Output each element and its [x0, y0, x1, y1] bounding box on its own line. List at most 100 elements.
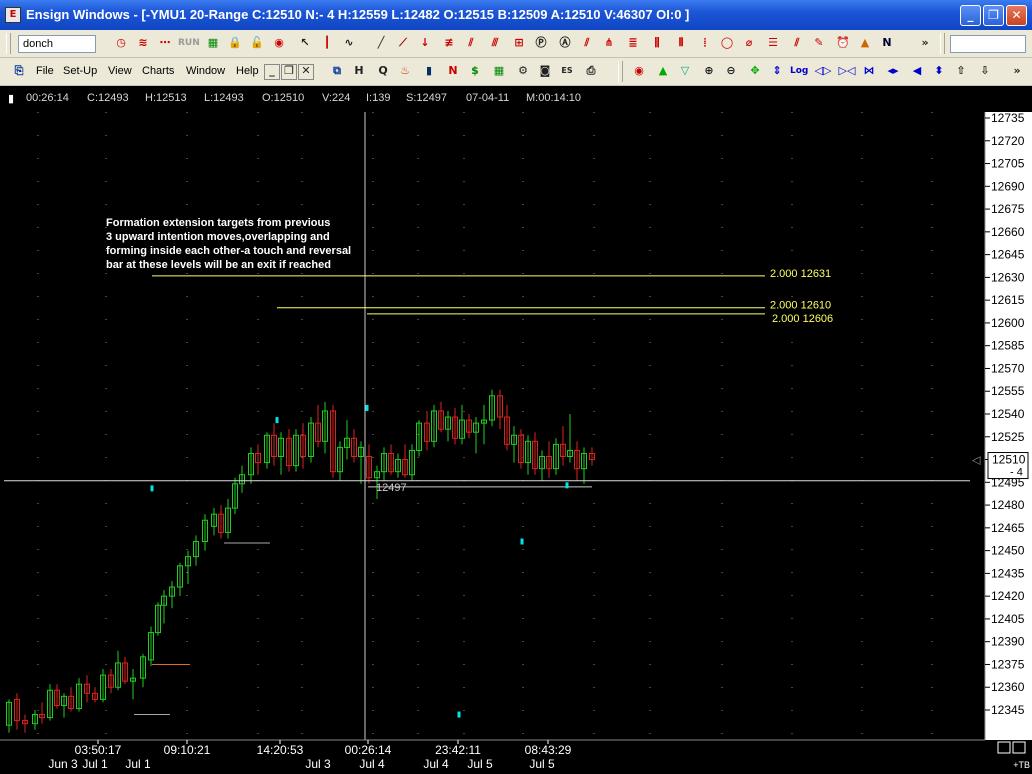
clock-icon[interactable]: ◷ — [112, 34, 130, 52]
run-button[interactable]: RUN — [178, 34, 200, 52]
fib-retrace-icon[interactable]: ≣ — [624, 34, 642, 52]
unlock-icon[interactable]: 🔓 — [248, 34, 266, 52]
color-wheel-icon[interactable]: ◉ — [630, 62, 648, 80]
bar-draw-icon[interactable]: ┃ — [318, 34, 336, 52]
target-icon[interactable]: ◉ — [270, 34, 288, 52]
scroll-left-icon[interactable]: ◀ — [908, 62, 926, 80]
lock-icon[interactable]: 🔒 — [226, 34, 244, 52]
candle-body — [61, 695, 67, 706]
printer-icon[interactable]: ⎙ — [582, 62, 600, 80]
minimize-button[interactable]: _ — [960, 5, 981, 26]
slash-icon[interactable]: ⫽ — [788, 34, 806, 52]
spread-icon[interactable]: ◂▸ — [884, 62, 902, 80]
candle-body — [155, 604, 161, 634]
fib-fan-icon[interactable]: ≢ — [440, 34, 458, 52]
toolbar-grip[interactable] — [940, 33, 945, 54]
app-icon[interactable]: E — [5, 7, 21, 23]
levels-icon[interactable]: ☰ — [764, 34, 782, 52]
menu-window[interactable]: Window — [186, 65, 225, 77]
candle-body — [108, 674, 114, 688]
layout-icon[interactable]: ⧉ — [328, 62, 346, 80]
candle-body — [452, 416, 458, 439]
bars-icon[interactable]: ⫼ — [648, 34, 666, 52]
p-box-icon[interactable]: Ⓟ — [532, 34, 550, 52]
bar-chart-icon[interactable]: ▮ — [420, 62, 438, 80]
arrow-up-icon[interactable]: ⇧ — [952, 62, 970, 80]
candle-body — [68, 695, 74, 709]
child-restore-icon[interactable]: ❐ — [281, 64, 297, 80]
signal-marker — [150, 485, 154, 492]
candle-body — [211, 513, 217, 527]
table-icon[interactable]: ▦ — [490, 62, 508, 80]
alarm-icon[interactable]: ⏰ — [834, 34, 852, 52]
pitchfork-icon[interactable]: ⋔ — [600, 34, 618, 52]
scale-icon[interactable]: ⇕ — [768, 62, 786, 80]
maximize-button[interactable]: ❐ — [983, 5, 1004, 26]
fib-arc-icon[interactable]: ⫽ — [462, 34, 480, 52]
price-chart[interactable]: 12735 12720 12705 12690 12675 12660 12645 12630… — [0, 0, 1032, 774]
candle-body — [481, 419, 487, 424]
triangle-icon[interactable]: ▲ — [856, 34, 874, 52]
q-icon[interactable]: Q — [374, 62, 392, 80]
chevron-more-icon[interactable]: » — [916, 34, 934, 52]
triangle-up-icon[interactable]: ▲ — [654, 62, 672, 80]
candle-body — [47, 689, 53, 719]
status-low: L:12493 — [204, 92, 244, 104]
gann-icon[interactable]: ⫻ — [486, 34, 504, 52]
grid-lines-icon[interactable]: ⊞ — [510, 34, 528, 52]
child-close-icon[interactable]: ✕ — [298, 64, 314, 80]
trendline-icon[interactable]: ╱ — [372, 34, 390, 52]
candle-body — [532, 440, 538, 470]
toolbar-grip[interactable] — [618, 61, 623, 82]
ellipse-icon[interactable]: ⌀ — [740, 34, 758, 52]
lines-icon[interactable]: ⦙ — [696, 34, 714, 52]
fire-icon[interactable]: ♨ — [396, 62, 414, 80]
channel-icon[interactable]: ⫽ — [578, 34, 596, 52]
line-draw-icon[interactable]: ∿ — [340, 34, 358, 52]
dollar-icon[interactable]: $ — [466, 62, 484, 80]
toolbar-grip[interactable] — [6, 33, 11, 54]
espl-icon[interactable]: ES — [558, 62, 576, 80]
wave-icon[interactable]: ≋ — [134, 34, 152, 52]
zoom-out-icon[interactable]: ⊖ — [722, 62, 740, 80]
scroll-box-left-icon[interactable] — [997, 741, 1011, 754]
arrow-down-icon[interactable]: ⇩ — [976, 62, 994, 80]
zoom-in-icon[interactable]: ⊕ — [700, 62, 718, 80]
close-button[interactable]: ✕ — [1006, 5, 1027, 26]
cycle-icon[interactable]: ⦀ — [672, 34, 690, 52]
expand-icon[interactable]: ▷◁ — [838, 62, 856, 80]
pan-icon[interactable]: ✥ — [746, 62, 764, 80]
news-icon[interactable]: N — [444, 62, 462, 80]
pointer-icon[interactable]: ↖ — [296, 34, 314, 52]
child-minimize-icon[interactable]: _ — [264, 64, 280, 80]
log-icon[interactable]: Log — [790, 62, 808, 80]
menu-view[interactable]: View — [108, 65, 132, 77]
scroll-control[interactable] — [950, 35, 1026, 53]
up-down-icon[interactable]: ⬍ — [930, 62, 948, 80]
menu-charts[interactable]: Charts — [142, 65, 174, 77]
circle-icon[interactable]: ◯ — [718, 34, 736, 52]
settings-icon[interactable]: ⚙ — [514, 62, 532, 80]
signal-marker — [520, 538, 524, 545]
scroll-box-right-icon[interactable] — [1012, 741, 1026, 754]
a-box-icon[interactable]: Ⓐ — [556, 34, 574, 52]
scan-icon[interactable]: ⋯ — [156, 34, 174, 52]
camera-icon[interactable]: ◙ — [536, 62, 554, 80]
compress-icon[interactable]: ◁▷ — [814, 62, 832, 80]
menu-setup[interactable]: Set-Up — [63, 65, 97, 77]
triangle-down-icon[interactable]: ▽ — [676, 62, 694, 80]
menu-file[interactable]: File — [36, 65, 54, 77]
n-icon[interactable]: N — [878, 34, 896, 52]
status-m: M:00:14:10 — [526, 92, 582, 104]
document-icon[interactable]: ⎘ — [10, 62, 28, 80]
arrow-down-icon[interactable]: ↓ — [416, 34, 434, 52]
chevron-more-icon[interactable]: » — [1008, 62, 1026, 80]
ray-icon[interactable]: ⟋ — [394, 34, 412, 52]
menu-help[interactable]: Help — [236, 65, 259, 77]
squeeze-icon[interactable]: ⋈ — [860, 62, 878, 80]
grid-icon[interactable]: ▦ — [204, 34, 222, 52]
study-combo[interactable]: donch — [18, 35, 96, 53]
chart-status-line: ▮ 00:26:14 C:12493 H:12513 L:12493 O:125… — [0, 86, 1032, 112]
pencil-icon[interactable]: ✎ — [810, 34, 828, 52]
h-icon[interactable]: H — [350, 62, 368, 80]
